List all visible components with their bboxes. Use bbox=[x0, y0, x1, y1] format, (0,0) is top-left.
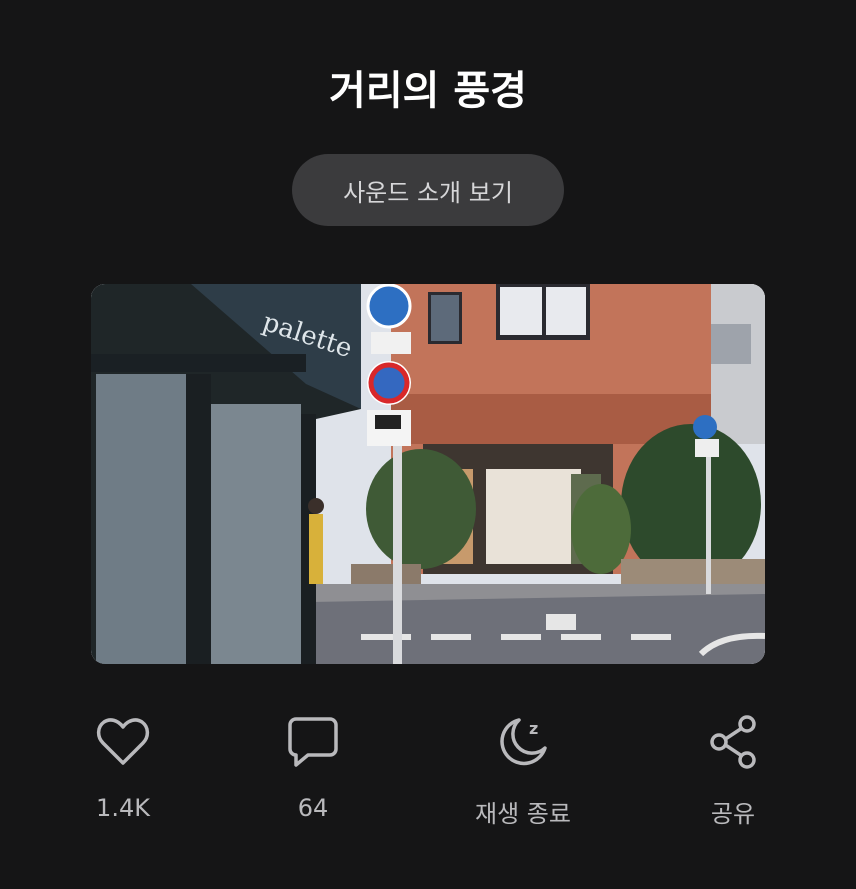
sleep-timer-label: 재생 종료 bbox=[475, 800, 571, 828]
comment-bubble-icon bbox=[283, 712, 343, 772]
svg-text:z: z bbox=[529, 719, 538, 738]
share-button[interactable]: 공유 bbox=[653, 712, 813, 829]
page-title: 거리의 풍경 bbox=[329, 68, 527, 114]
like-count: 1.4K bbox=[96, 794, 150, 822]
comment-button[interactable]: 64 bbox=[233, 712, 393, 822]
heart-icon bbox=[93, 712, 153, 772]
moon-sleep-icon: z bbox=[493, 712, 553, 772]
comment-count: 64 bbox=[297, 794, 329, 822]
share-icon bbox=[703, 712, 763, 772]
like-button[interactable]: 1.4K bbox=[43, 712, 203, 822]
share-label: 공유 bbox=[710, 800, 756, 828]
sleep-timer-button[interactable]: z 재생 종료 bbox=[443, 712, 603, 829]
street-scene-image: palette bbox=[91, 284, 765, 664]
sound-intro-button[interactable]: 사운드 소개 보기 bbox=[292, 154, 564, 226]
